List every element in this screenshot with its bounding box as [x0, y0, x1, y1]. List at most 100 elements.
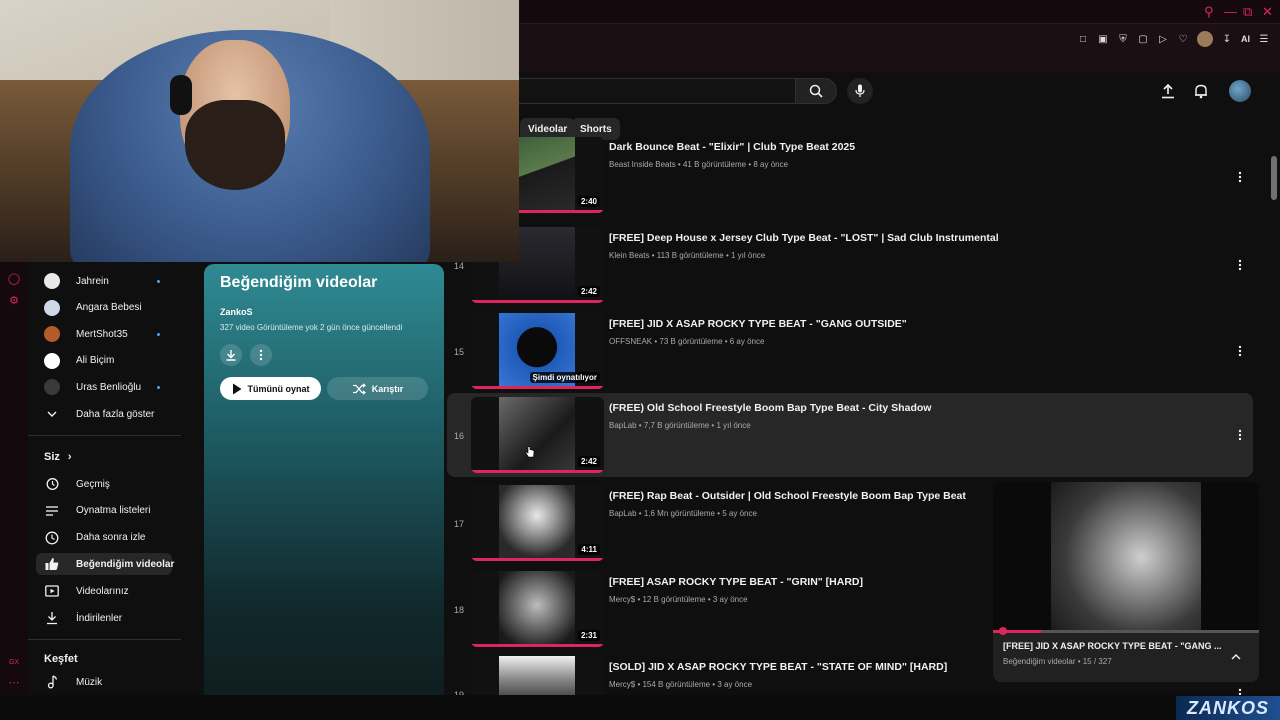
subscription-item[interactable]: Angara Bebesi [28, 295, 181, 321]
sidebar-item-label: Oynatma listeleri [76, 505, 151, 517]
sidebar-item-download[interactable]: İndirilenler [36, 607, 172, 629]
video-duration: 2:31 [577, 630, 600, 641]
miniplayer-video[interactable] [993, 482, 1259, 632]
play-all-label: Tümünü oynat [247, 383, 310, 394]
sidebar-item-playlists[interactable]: Oynatma listeleri [36, 500, 172, 522]
extension-bar: □ ▣ ⛨ ▢ ▷ ♡ ↧ AI ☰ [1077, 30, 1270, 48]
video-thumbnail[interactable]: 2:31 [471, 571, 604, 647]
you-section-label: Siz [44, 451, 60, 463]
watched-progress-bar [471, 300, 604, 303]
video-duration: 2:40 [577, 196, 600, 207]
video-thumbnail[interactable]: Şimdi oynatılıyor [471, 313, 604, 389]
subscription-item[interactable]: MertShot35 [28, 321, 181, 347]
watched-progress-bar [471, 644, 604, 647]
subscription-label: Jahrein [76, 275, 109, 287]
sidebar-item-label: Geçmiş [76, 478, 110, 490]
video-more-button[interactable] [1235, 343, 1245, 359]
downloads-icon[interactable]: ↧ [1221, 33, 1233, 45]
playlist-more-button[interactable] [250, 344, 272, 366]
vpn-icon[interactable]: ▢ [1137, 33, 1149, 45]
video-meta: Mercy$ • 154 B görüntüleme • 3 ay önce [609, 680, 753, 689]
video-more-button[interactable] [1235, 427, 1245, 443]
miniplayer-scrubber[interactable] [998, 627, 1007, 635]
sidebar-item-label: Videolarınız [76, 585, 129, 597]
playlist-video-row[interactable]: 2:40 Dark Bounce Beat - "Elixir" | Club T… [447, 137, 1253, 225]
explore-section-title: Keşfet [44, 653, 78, 665]
video-more-button[interactable] [1235, 169, 1245, 185]
search-button[interactable] [795, 78, 837, 104]
video-title[interactable]: [FREE] Deep House x Jersey Club Type Bea… [609, 232, 999, 244]
subscription-item[interactable]: Uras Benlioğlu [28, 374, 181, 400]
more-vert-icon [1238, 345, 1242, 357]
thumbnail-image [499, 485, 575, 561]
video-title[interactable]: [FREE] ASAP ROCKY TYPE BEAT - "GRIN" [HA… [609, 576, 863, 588]
chevron-up-icon [1231, 654, 1241, 660]
channel-avatar [44, 299, 60, 316]
search-input[interactable] [500, 78, 795, 104]
show-more-label: Daha fazla göster [76, 408, 155, 420]
search-icon[interactable]: ⚲ [1204, 4, 1214, 20]
playlist-download-button[interactable] [220, 344, 242, 366]
sidebar-item-history[interactable]: Geçmiş [36, 473, 172, 495]
video-title[interactable]: [FREE] JID X ASAP ROCKY TYPE BEAT - "GAN… [609, 318, 907, 330]
channel-avatar [44, 352, 60, 369]
sidebar-item-label: Daha sonra izle [76, 532, 146, 544]
screenshot-icon[interactable]: ▣ [1097, 33, 1109, 45]
gx-icon[interactable]: GX [8, 656, 20, 668]
you-section-title[interactable]: Siz › [44, 451, 72, 463]
download-icon [226, 350, 236, 361]
video-title[interactable]: [SOLD] JID X ASAP ROCKY TYPE BEAT - "STA… [609, 661, 947, 673]
playlist-video-row[interactable]: 14 2:42 [FREE] Deep House x Jersey Club Ty… [447, 223, 1253, 307]
bookmark-icon[interactable]: □ [1077, 33, 1089, 45]
account-avatar[interactable] [1229, 80, 1251, 102]
voice-search-button[interactable] [847, 78, 873, 104]
video-thumbnail[interactable]: 4:11 [471, 485, 604, 561]
player-icon[interactable]: ▷ [1157, 33, 1169, 45]
miniplayer-expand-button[interactable] [1229, 650, 1243, 664]
restore-icon[interactable]: ⧉ [1243, 4, 1252, 20]
subscription-label: Ali Biçim [76, 355, 115, 366]
video-more-button[interactable] [1235, 257, 1245, 273]
screen: ⚲ — ⧉ ✕ □ ▣ ⛨ ▢ ▷ ♡ ↧ AI ☰ Videolar Shor… [0, 0, 1280, 720]
video-thumbnail[interactable]: 2:42 [471, 397, 604, 473]
close-icon[interactable]: ✕ [1262, 4, 1273, 20]
playlist-video-row[interactable]: 15 Şimdi oynatılıyor [FREE] JID X ASAP ROC… [447, 309, 1253, 393]
miniplayer[interactable]: [FREE] JID X ASAP ROCKY TYPE BEAT - "GAN… [993, 482, 1259, 682]
sidebar-item-like[interactable]: Beğendiğim videolar [36, 553, 174, 576]
settings-icon[interactable]: ⚙ [8, 294, 20, 307]
video-meta: BapLab • 7,7 B görüntüleme • 1 yıl önce [609, 421, 751, 430]
subscription-item[interactable]: Jahrein [28, 268, 181, 294]
subscription-label: Uras Benlioğlu [76, 381, 142, 393]
messenger-icon[interactable]: ◯ [8, 272, 20, 285]
page-scrollbar[interactable] [1271, 156, 1277, 200]
video-title[interactable]: Dark Bounce Beat - "Elixir" | Club Type … [609, 141, 855, 153]
video-title[interactable]: (FREE) Rap Beat - Outsider | Old School … [609, 490, 966, 502]
subscription-label: MertShot35 [76, 328, 128, 340]
playlist-video-row[interactable]: 16 2:42 (FREE) Old School Freestyle Boom B… [447, 393, 1253, 477]
menu-icon[interactable]: ☰ [1258, 33, 1270, 45]
subscription-item[interactable]: Ali Biçim [28, 348, 181, 374]
ai-extension-button[interactable]: AI [1241, 33, 1250, 45]
more-vert-icon [1238, 259, 1242, 271]
sidebar-item-watch-later[interactable]: Daha sonra izle [36, 527, 172, 549]
webcam-person-beard [185, 100, 285, 190]
upload-button[interactable] [1157, 80, 1179, 102]
miniplayer-title[interactable]: [FREE] JID X ASAP ROCKY TYPE BEAT - "GAN… [1003, 641, 1221, 651]
show-more-button[interactable]: Daha fazla göster [36, 403, 172, 425]
shuffle-button[interactable]: Karıştır [327, 377, 428, 400]
heart-icon[interactable]: ♡ [1177, 33, 1189, 45]
shield-icon[interactable]: ⛨ [1117, 33, 1129, 45]
bottom-strip [0, 695, 1280, 720]
video-index: 17 [453, 519, 464, 529]
sidebar-item-music[interactable]: Müzik [36, 671, 172, 693]
more-vert-icon [1238, 429, 1242, 441]
new-content-dot [157, 332, 160, 336]
profile-avatar[interactable] [1197, 31, 1213, 47]
playlist-owner[interactable]: ZankoS [220, 307, 253, 317]
video-title[interactable]: (FREE) Old School Freestyle Boom Bap Typ… [609, 402, 931, 414]
more-icon[interactable]: ⋯ [8, 676, 20, 689]
play-all-button[interactable]: Tümünü oynat [220, 377, 321, 400]
notifications-button[interactable] [1190, 80, 1212, 102]
sidebar-item-your-videos[interactable]: Videolarınız [36, 580, 172, 602]
minimize-icon[interactable]: — [1224, 4, 1237, 19]
